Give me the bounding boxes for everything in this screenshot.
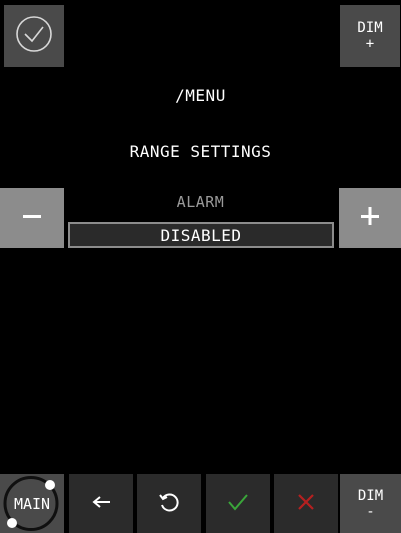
- menu-path: /MENU: [175, 86, 226, 105]
- increment-button[interactable]: [339, 188, 401, 248]
- confirm-button[interactable]: [4, 5, 64, 67]
- accept-button[interactable]: [206, 474, 270, 533]
- main-label: MAIN: [13, 494, 51, 513]
- dim-down-label: DIM: [357, 487, 384, 504]
- close-icon: [296, 492, 316, 516]
- cancel-button[interactable]: [274, 474, 338, 533]
- main-button[interactable]: MAIN: [0, 474, 64, 533]
- plus-icon: [359, 205, 381, 231]
- decrement-button[interactable]: [0, 188, 64, 248]
- arrow-left-icon: [90, 494, 112, 514]
- dim-down-sign: -: [366, 503, 375, 520]
- back-button[interactable]: [69, 474, 133, 533]
- dim-up-button[interactable]: DIM +: [340, 5, 400, 67]
- alarm-value-field[interactable]: DISABLED: [68, 222, 334, 248]
- minus-icon: [21, 205, 43, 231]
- check-circle-icon: [14, 14, 54, 58]
- dim-up-sign: +: [365, 36, 375, 52]
- alarm-value: DISABLED: [160, 225, 242, 245]
- reset-button[interactable]: [137, 474, 201, 533]
- dim-up-label: DIM: [357, 20, 383, 36]
- check-icon: [227, 492, 249, 516]
- undo-icon: [157, 490, 181, 518]
- section-title: RANGE SETTINGS: [129, 142, 272, 161]
- dim-down-button[interactable]: DIM -: [340, 474, 401, 533]
